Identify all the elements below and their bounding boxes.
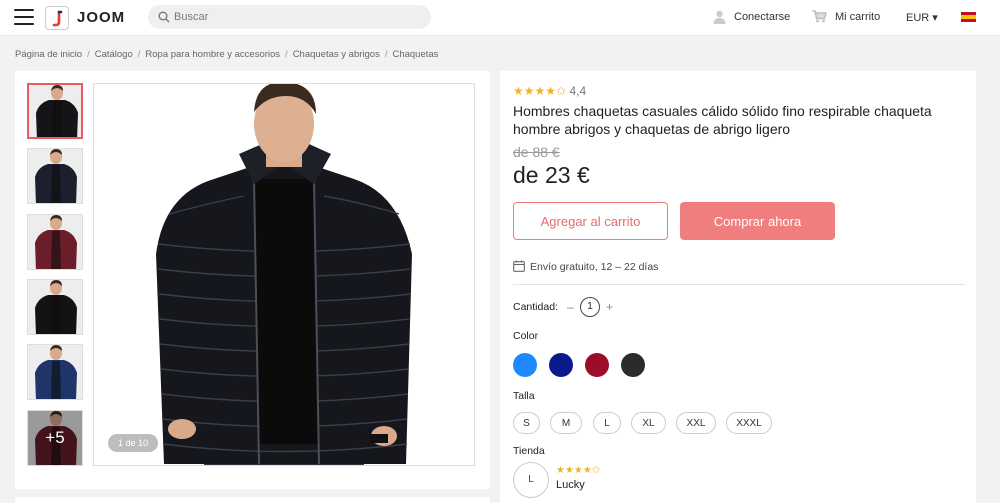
size-option-xl[interactable]: XL	[631, 412, 666, 434]
color-swatch-light-blue[interactable]	[513, 353, 537, 377]
size-option-xxl[interactable]: XXL	[676, 412, 716, 434]
buy-now-button[interactable]: Comprar ahora	[680, 202, 835, 240]
gallery-thumbnail[interactable]	[27, 83, 83, 139]
login-link[interactable]: Conectarse	[734, 11, 790, 23]
color-swatch-black[interactable]	[621, 353, 645, 377]
gallery-thumbnail[interactable]	[27, 344, 83, 400]
logo-text[interactable]: JOOM	[77, 9, 125, 26]
product-info-panel: ★★★★✩ 4,4 Hombres chaquetas casuales cál…	[500, 71, 976, 503]
breadcrumb-home[interactable]: Página de inicio	[15, 49, 82, 60]
quantity-label: Cantidad:	[513, 301, 558, 313]
cart-link[interactable]: Mi carrito	[835, 11, 880, 23]
image-counter: 1 de 10	[108, 434, 159, 452]
breadcrumb-separator: /	[384, 49, 388, 60]
search-bar[interactable]	[148, 5, 431, 29]
main-product-image[interactable]: 1 de 10	[93, 83, 475, 466]
thumbnail-jacket-image	[29, 85, 81, 137]
currency-selector[interactable]: EUR ▾	[906, 11, 938, 24]
size-option-xxxl[interactable]: XXXL	[726, 412, 772, 434]
cart-icon[interactable]	[812, 10, 827, 23]
quantity-increase-button[interactable]: +	[606, 300, 613, 314]
color-swatch-burgundy[interactable]	[585, 353, 609, 377]
add-to-cart-button[interactable]: Agregar al carrito	[513, 202, 668, 240]
quantity-decrease-button[interactable]: –	[567, 300, 574, 314]
gallery-thumbnail[interactable]: +5	[27, 410, 83, 466]
breadcrumb-jackets-coats[interactable]: Chaquetas y abrigos	[293, 49, 380, 60]
size-label: Talla	[513, 390, 535, 402]
spain-flag-icon[interactable]	[961, 12, 976, 22]
store-avatar[interactable]: L	[513, 462, 549, 498]
thumbnail-jacket-image	[28, 280, 82, 334]
size-option-l[interactable]: L	[593, 412, 621, 434]
breadcrumb-mens-clothing[interactable]: Ropa para hombre y accesorios	[145, 49, 280, 60]
gallery-bottom-panel	[15, 497, 490, 503]
breadcrumb: Página de inicio / Catálogo / Ropa para homb…	[15, 49, 438, 60]
store-name[interactable]: Lucky	[556, 479, 585, 491]
gallery-thumbnail[interactable]	[27, 214, 83, 270]
shipping-text: Envío gratuito, 12 – 22 días	[530, 261, 659, 273]
size-option-s[interactable]: S	[513, 412, 540, 434]
thumbnail-jacket-image	[28, 149, 82, 203]
top-header: JOOM Conectarse Mi carrito EUR ▾	[0, 0, 1000, 36]
breadcrumb-catalog[interactable]: Catálogo	[95, 49, 133, 60]
breadcrumb-separator: /	[285, 49, 288, 60]
size-option-m[interactable]: M	[550, 412, 582, 434]
gallery-thumbnail[interactable]	[27, 148, 83, 204]
hamburger-menu-icon[interactable]	[14, 9, 34, 25]
more-images-overlay[interactable]: +5	[28, 411, 82, 465]
breadcrumb-jackets[interactable]: Chaquetas	[392, 49, 438, 60]
product-title: Hombres chaquetas casuales cálido sólido…	[513, 103, 932, 137]
jacket-photo	[94, 84, 474, 465]
product-rating[interactable]: ★★★★✩ 4,4	[513, 84, 586, 98]
color-swatch-navy[interactable]	[549, 353, 573, 377]
color-label: Color	[513, 330, 539, 342]
thumbnail-jacket-image	[28, 345, 82, 399]
quantity-value[interactable]: 1	[580, 297, 600, 317]
search-icon	[158, 11, 170, 23]
divider	[513, 284, 965, 285]
breadcrumb-separator: /	[87, 49, 90, 60]
store-rating-stars-icon: ★★★★✩	[556, 465, 601, 476]
store-label: Tienda	[513, 445, 545, 457]
calendar-icon	[513, 260, 525, 272]
breadcrumb-separator: /	[137, 49, 141, 60]
gallery-thumbnail[interactable]	[27, 279, 83, 335]
rating-stars-icon: ★★★★✩	[513, 84, 567, 98]
joom-logo-icon[interactable]	[45, 6, 69, 30]
old-price: de 88 €	[513, 144, 560, 160]
user-icon[interactable]	[713, 10, 726, 24]
current-price: de 23 €	[513, 162, 590, 188]
product-gallery: +5 1 de 10	[15, 71, 490, 489]
thumbnail-jacket-image	[28, 215, 82, 269]
rating-value: 4,4	[569, 84, 587, 98]
search-input[interactable]	[174, 7, 424, 27]
